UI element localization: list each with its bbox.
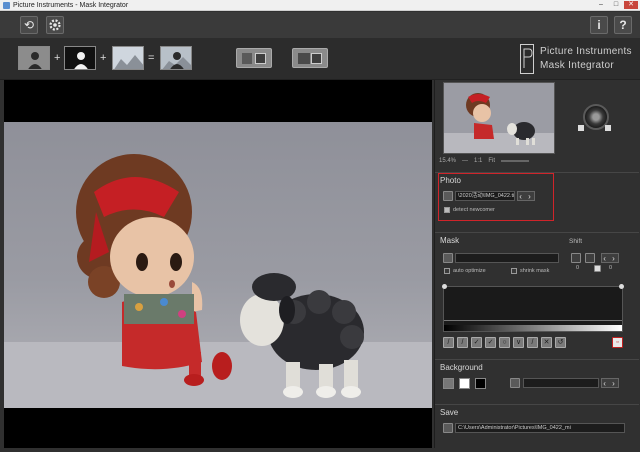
info-icon: i bbox=[597, 18, 601, 32]
brand-logo: Picture Instruments Mask Integrator bbox=[520, 44, 638, 76]
info-button[interactable]: i bbox=[590, 16, 608, 34]
reload-icon: ⟲ bbox=[23, 18, 35, 32]
black-background-swatch[interactable] bbox=[475, 378, 486, 389]
gear-icon bbox=[49, 19, 61, 31]
disk-icon bbox=[255, 53, 266, 64]
zoom-slider[interactable] bbox=[501, 160, 530, 162]
composite-icon bbox=[162, 52, 191, 69]
lasso-tool-icon[interactable]: ○ bbox=[499, 337, 510, 348]
shrink-mask-label: shrink mask bbox=[520, 268, 550, 274]
open-folder-button[interactable] bbox=[292, 48, 328, 68]
mask-silhouette-icon bbox=[74, 52, 88, 69]
app-icon bbox=[3, 1, 10, 9]
save-section-title: Save bbox=[440, 408, 459, 417]
window-controls: – □ ✕ bbox=[594, 1, 638, 9]
folder-icon bbox=[298, 53, 310, 64]
mask-open-button[interactable] bbox=[443, 253, 453, 263]
photo-preview bbox=[4, 122, 432, 408]
line-tool-icon[interactable]: / bbox=[527, 337, 538, 348]
photo-scene-illustration bbox=[4, 154, 432, 408]
reload-button[interactable]: ⟲ bbox=[20, 16, 38, 34]
photo-section-highlight bbox=[438, 173, 554, 221]
navigator-thumbnail[interactable] bbox=[443, 82, 555, 154]
reset-mask-icon[interactable]: ▫ bbox=[612, 337, 623, 348]
mask-section: Mask Shift ‹ › 0 0 auto optimize shrink … bbox=[435, 232, 639, 360]
shift-reset-button[interactable] bbox=[594, 265, 601, 272]
save-path-field[interactable]: C:\Users\Administrator\Pictures\IMG_0422… bbox=[455, 423, 625, 433]
background-thumb-button[interactable] bbox=[112, 46, 144, 70]
equals-operator: = bbox=[148, 52, 155, 64]
zoom-level: 15.4% bbox=[439, 158, 457, 164]
mask-section-title: Mask bbox=[440, 236, 460, 245]
background-section-title: Background bbox=[440, 363, 483, 372]
shift-curve-down-button[interactable] bbox=[585, 253, 595, 263]
mask-path-field[interactable] bbox=[455, 253, 559, 263]
curve-right-handle[interactable] bbox=[619, 284, 624, 289]
brush-tool-icon[interactable]: / bbox=[443, 337, 454, 348]
window-title-bar: Picture Instruments - Mask Integrator – … bbox=[0, 0, 640, 11]
image-viewport[interactable] bbox=[4, 80, 432, 448]
shift-value-right: 0 bbox=[609, 265, 613, 271]
settings-button[interactable] bbox=[46, 16, 64, 34]
plus-operator: + bbox=[54, 52, 61, 64]
brand-line-2: Mask Integrator bbox=[540, 60, 614, 71]
pen-tool-icon[interactable]: / bbox=[457, 337, 468, 348]
mask-curve-graph[interactable] bbox=[442, 284, 624, 332]
disk-icon-2 bbox=[311, 53, 322, 64]
help-button[interactable]: ? bbox=[614, 16, 632, 34]
save-file-button[interactable] bbox=[236, 48, 272, 68]
mask-tools: / / ✓ ✓ ○ ∨ / ✕ ↺ ▫ bbox=[443, 337, 623, 349]
dial-max-marker bbox=[605, 125, 611, 131]
curve-baseline bbox=[444, 320, 622, 321]
background-path-field[interactable] bbox=[523, 378, 599, 388]
plus-operator-2: + bbox=[100, 52, 107, 64]
shift-curve-up-button[interactable] bbox=[571, 253, 581, 263]
picture-instruments-logo-icon bbox=[520, 44, 534, 74]
file-icon bbox=[242, 53, 252, 64]
mask-thumb-button[interactable] bbox=[64, 46, 96, 70]
zoom-fit-button[interactable]: Fit bbox=[488, 158, 495, 164]
shift-value-left: 0 bbox=[576, 265, 580, 271]
window-title: Picture Instruments - Mask Integrator bbox=[13, 1, 129, 9]
close-button[interactable]: ✕ bbox=[624, 1, 638, 9]
person-silhouette-icon bbox=[28, 52, 42, 69]
background-picker-swatch[interactable] bbox=[443, 378, 454, 389]
blur-tool-icon[interactable]: ✓ bbox=[485, 337, 496, 348]
background-nav-arrows[interactable]: ‹ › bbox=[601, 378, 619, 388]
navigator-photo-illustration bbox=[444, 93, 554, 153]
zoom-out-button[interactable]: — bbox=[462, 158, 468, 164]
curve-left-handle[interactable] bbox=[442, 284, 447, 289]
shrink-mask-checkbox[interactable] bbox=[511, 268, 517, 274]
dial-min-marker bbox=[578, 125, 584, 131]
auto-optimize-checkbox[interactable] bbox=[444, 268, 450, 274]
undo-tool-icon[interactable]: ↺ bbox=[555, 337, 566, 348]
landscape-icon bbox=[114, 55, 143, 69]
zoom-1to1-button[interactable]: 1:1 bbox=[474, 158, 482, 164]
app-window: Picture Instruments - Mask Integrator – … bbox=[0, 0, 640, 452]
maximize-button[interactable]: □ bbox=[609, 1, 623, 9]
right-panel: 15.4% — 1:1 Fit Photo \2020活动\IMG_0422.t… bbox=[434, 80, 639, 448]
shift-label: Shift bbox=[569, 238, 583, 245]
photo-thumb-button[interactable] bbox=[18, 46, 50, 70]
help-icon: ? bbox=[619, 18, 627, 32]
top-toolbar: ⟲ i ? bbox=[0, 12, 640, 38]
brand-line-1: Picture Instruments bbox=[540, 46, 632, 57]
result-thumb-button[interactable] bbox=[160, 46, 192, 70]
white-background-swatch[interactable] bbox=[459, 378, 470, 389]
erase-tool-icon[interactable]: ✕ bbox=[541, 337, 552, 348]
mask-formula-bar: + + = Picture Instruments Mask Integrato… bbox=[0, 38, 640, 80]
smudge-tool-icon[interactable]: ✓ bbox=[471, 337, 482, 348]
tone-gradient bbox=[444, 325, 622, 331]
minimize-button[interactable]: – bbox=[594, 1, 608, 9]
background-open-button[interactable] bbox=[510, 378, 520, 388]
curve-tool-icon[interactable]: ∨ bbox=[513, 337, 524, 348]
save-folder-button[interactable] bbox=[443, 423, 453, 433]
save-section: Save C:\Users\Administrator\Pictures\IMG… bbox=[435, 404, 639, 448]
navigator-zoom-bar: 15.4% — 1:1 Fit bbox=[439, 156, 559, 166]
shift-arrows[interactable]: ‹ › bbox=[601, 253, 619, 263]
background-section: Background ‹ › bbox=[435, 359, 639, 405]
auto-optimize-label: auto optimize bbox=[453, 268, 486, 274]
